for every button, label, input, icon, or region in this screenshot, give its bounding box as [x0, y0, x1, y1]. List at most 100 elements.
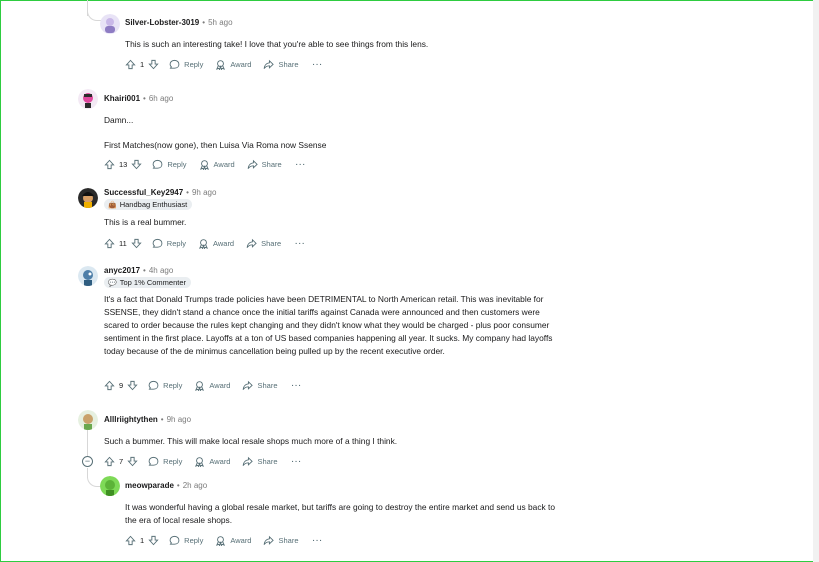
avatar[interactable]	[78, 89, 98, 109]
upvote-button[interactable]	[104, 159, 115, 170]
timestamp[interactable]: 9h ago	[192, 188, 216, 197]
award-button[interactable]: Award	[194, 380, 230, 391]
award-label: Award	[209, 456, 231, 466]
downvote-icon	[148, 59, 159, 69]
upvote-icon	[104, 159, 115, 169]
comment-text: It was wonderful having a global resale …	[125, 502, 555, 525]
award-label: Award	[209, 380, 231, 390]
avatar[interactable]	[100, 476, 120, 496]
speech-bubble-icon	[169, 535, 180, 545]
speech-bubble-icon	[152, 159, 163, 169]
award-icon	[199, 159, 209, 170]
comment-actions: 7 Reply Award Share ···	[104, 454, 302, 468]
separator-dot: •	[160, 415, 164, 424]
scrollbar[interactable]	[813, 0, 819, 562]
downvote-icon	[131, 159, 142, 169]
comment-body: Such a bummer. This will make local resa…	[104, 435, 564, 448]
reply-button[interactable]: Reply	[148, 456, 182, 467]
reply-button[interactable]: Reply	[152, 159, 187, 170]
reply-label: Reply	[166, 238, 186, 248]
award-icon	[198, 238, 208, 249]
username[interactable]: Successful_Key2947	[104, 188, 183, 197]
award-button[interactable]: Award	[215, 535, 251, 546]
vote-score: 7	[119, 456, 124, 466]
downvote-button[interactable]	[127, 380, 138, 391]
username[interactable]: Silver-Lobster-3019	[125, 18, 199, 27]
upvote-button[interactable]	[125, 59, 136, 70]
vote-score: 1	[140, 535, 145, 545]
share-button[interactable]: Share	[242, 380, 278, 391]
speech-bubble-icon	[169, 59, 180, 69]
reply-button[interactable]: Reply	[169, 59, 203, 70]
more-options-button[interactable]: ···	[296, 160, 307, 169]
upvote-button[interactable]	[104, 380, 115, 391]
avatar[interactable]	[78, 410, 98, 430]
reply-button[interactable]: Reply	[169, 535, 203, 546]
comment-header: Successful_Key2947 • 9h ago	[104, 187, 216, 199]
timestamp[interactable]: 9h ago	[167, 415, 191, 424]
collapse-thread-button[interactable]: −	[82, 456, 93, 467]
more-options-button[interactable]: ···	[313, 60, 324, 69]
downvote-icon	[131, 238, 142, 248]
award-button[interactable]: Award	[198, 238, 234, 249]
award-button[interactable]: Award	[199, 159, 235, 170]
comment-text: This is a real bummer.	[104, 217, 187, 227]
upvote-button[interactable]	[104, 456, 115, 467]
avatar[interactable]	[78, 266, 98, 286]
username[interactable]: Khairi001	[104, 94, 140, 103]
speech-bubble-icon	[148, 456, 159, 466]
username[interactable]: anyc2017	[104, 266, 140, 275]
timestamp[interactable]: 5h ago	[208, 18, 232, 27]
more-options-button[interactable]: ···	[292, 381, 303, 390]
upvote-button[interactable]	[104, 238, 115, 249]
share-button[interactable]: Share	[263, 59, 299, 70]
comment-header: Khairi001 • 6h ago	[104, 93, 173, 105]
user-flair: 💬 Top 1% Commenter	[104, 277, 191, 288]
more-options-button[interactable]: ···	[292, 457, 303, 466]
comment-text: Damn...	[104, 115, 134, 125]
share-icon	[247, 159, 258, 169]
timestamp[interactable]: 4h ago	[149, 266, 173, 275]
timestamp[interactable]: 2h ago	[183, 481, 207, 490]
vote-score: 13	[119, 159, 128, 169]
share-icon	[246, 238, 257, 248]
username[interactable]: meowparade	[125, 481, 174, 490]
award-label: Award	[213, 159, 235, 169]
reply-button[interactable]: Reply	[148, 380, 182, 391]
downvote-button[interactable]	[131, 159, 142, 170]
comment-body: It's a fact that Donald Trumps trade pol…	[104, 293, 562, 358]
award-label: Award	[212, 238, 235, 248]
award-button[interactable]: Award	[215, 59, 251, 70]
timestamp[interactable]: 6h ago	[149, 94, 173, 103]
share-button[interactable]: Share	[246, 238, 281, 249]
share-button[interactable]: Share	[242, 456, 278, 467]
comment-body: This is such an interesting take! I love…	[125, 38, 565, 51]
downvote-button[interactable]	[127, 456, 138, 467]
comment-body: Damn... First Matches(now gone), then Lu…	[104, 114, 564, 152]
reply-label: Reply	[184, 59, 204, 69]
avatar[interactable]	[78, 188, 98, 208]
downvote-button[interactable]	[148, 59, 159, 70]
more-options-button[interactable]: ···	[313, 536, 324, 545]
username[interactable]: Alllriightythen	[104, 415, 158, 424]
comment-text: It's a fact that Donald Trumps trade pol…	[104, 294, 553, 356]
share-button[interactable]: Share	[247, 159, 282, 170]
comment-header: Alllriightythen • 9h ago	[104, 414, 191, 426]
upvote-button[interactable]	[125, 535, 136, 546]
reply-button[interactable]: Reply	[152, 238, 186, 249]
vote-score: 1	[140, 59, 145, 69]
more-options-button[interactable]: ···	[295, 239, 306, 248]
avatar[interactable]	[100, 14, 120, 34]
comment-actions: 1 Reply Award Share ···	[125, 57, 323, 71]
comment-body: This is a real bummer.	[104, 216, 564, 229]
share-icon	[264, 59, 275, 69]
vote-score: 9	[119, 380, 124, 390]
downvote-button[interactable]	[131, 238, 142, 249]
separator-dot: •	[186, 188, 189, 197]
downvote-icon	[127, 380, 138, 390]
award-button[interactable]: Award	[194, 456, 230, 467]
speech-bubble-icon	[152, 238, 163, 248]
downvote-button[interactable]	[148, 535, 159, 546]
share-button[interactable]: Share	[263, 535, 299, 546]
thread-line[interactable]	[87, 430, 88, 458]
